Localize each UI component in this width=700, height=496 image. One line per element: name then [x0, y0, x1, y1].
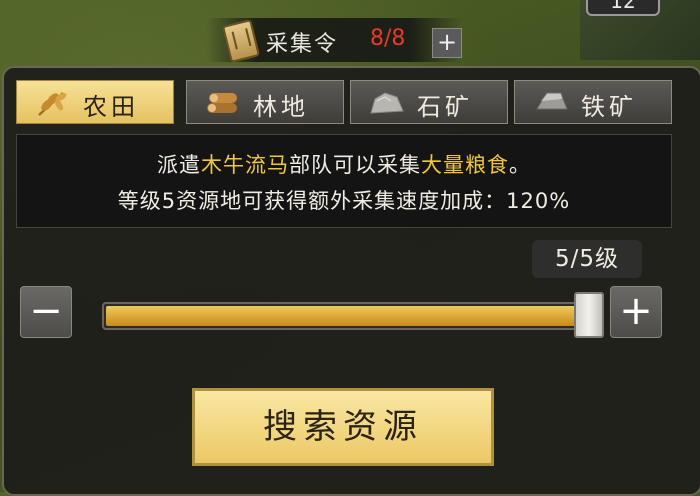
iron-ingot-icon — [536, 92, 568, 110]
description-box: 派遣木牛流马部队可以采集大量粮食。 等级5资源地可获得额外采集速度加成：120% — [16, 134, 672, 228]
desc-text: 部队可以采集 — [289, 153, 421, 177]
tab-iron-label: 铁矿 — [581, 93, 637, 121]
wheat-icon — [38, 92, 67, 116]
add-gather-order-button[interactable]: + — [432, 28, 462, 58]
logs-icon — [207, 93, 237, 113]
resource-amount: 大量粮食 — [421, 153, 509, 177]
description-line-2: 等级5资源地可获得额外采集速度加成：120% — [117, 189, 571, 213]
resource-tabs: 农田 林地 石矿 铁矿 — [16, 80, 682, 126]
desc-text: 派遣 — [157, 153, 201, 177]
tab-forest-label: 林地 — [253, 93, 309, 121]
gather-order-label: 采集令 — [266, 32, 339, 57]
tab-stone[interactable]: 石矿 — [350, 80, 508, 124]
tab-farmland-label: 农田 — [83, 93, 139, 121]
level-indicator: 5/5级 — [532, 240, 642, 278]
stone-icon — [370, 92, 404, 114]
troop-name: 木牛流马 — [201, 153, 289, 177]
description-line-1: 派遣木牛流马部队可以采集大量粮食。 — [17, 149, 671, 179]
level-slider[interactable] — [102, 302, 602, 330]
tab-stone-label: 石矿 — [417, 93, 473, 121]
tab-forest[interactable]: 林地 — [186, 80, 344, 124]
gather-order-bar: 采集令 8/8 + — [206, 18, 462, 64]
tab-iron[interactable]: 铁矿 — [514, 80, 672, 124]
increase-level-button[interactable]: + — [610, 286, 662, 338]
level-slider-handle[interactable] — [574, 292, 604, 338]
desc-text: 。 — [509, 153, 531, 177]
decrease-level-button[interactable]: − — [20, 286, 72, 338]
gather-panel: 农田 林地 石矿 铁矿 派遣木牛流马部队可以采集大量粮食。 等级5资源地可获得额… — [2, 66, 700, 496]
top-counter-badge: 12 — [586, 0, 660, 16]
gather-order-count: 8/8 — [370, 26, 406, 51]
search-resources-button[interactable]: 搜索资源 — [192, 388, 494, 466]
tab-farmland[interactable]: 农田 — [16, 80, 174, 124]
scroll-icon — [221, 18, 261, 64]
level-slider-fill — [106, 306, 582, 326]
